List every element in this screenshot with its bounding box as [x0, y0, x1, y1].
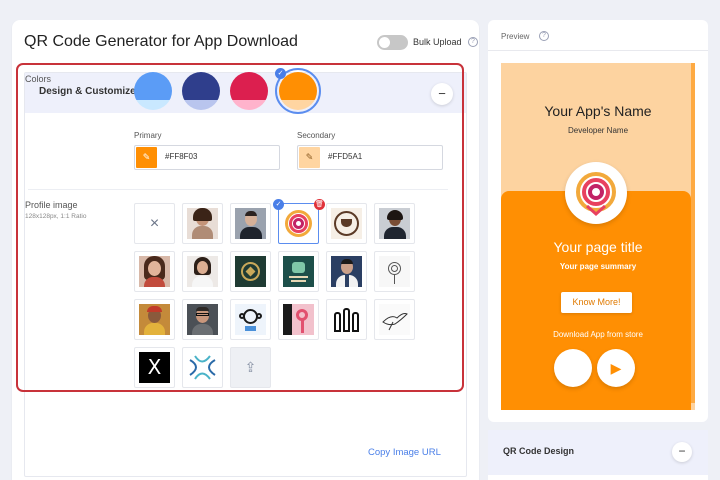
secondary-color-field[interactable]: ✎ #FFD5A1: [297, 145, 443, 170]
thumb-arrows-logo[interactable]: [182, 347, 223, 388]
secondary-color-value[interactable]: #FFD5A1: [328, 152, 362, 161]
preview-page-summary: Your page summary: [559, 262, 637, 271]
section-title: QR Code Design: [503, 446, 575, 456]
check-icon: ✓: [275, 68, 286, 79]
secondary-label: Secondary: [297, 131, 336, 140]
color-swatch-blue[interactable]: [134, 72, 172, 110]
thumb-woman-portrait-4[interactable]: [182, 251, 223, 292]
preview-app-name: Your App's Name: [544, 103, 652, 119]
color-swatch-red[interactable]: [230, 72, 268, 110]
know-more-button[interactable]: Know More!: [561, 292, 632, 313]
thumb-woman-portrait-3[interactable]: [134, 251, 175, 292]
thumb-woman-portrait-1[interactable]: [182, 203, 223, 244]
section-header[interactable]: QR Code Design −: [488, 430, 708, 475]
bulk-upload-toggle[interactable]: [377, 35, 408, 50]
thumb-green-gold-logo[interactable]: [230, 251, 271, 292]
thumb-man-portrait-blue[interactable]: [326, 251, 367, 292]
thumb-man-suit-portrait[interactable]: [230, 203, 271, 244]
delete-icon[interactable]: 🗑: [314, 199, 325, 210]
preview-label: Preview: [501, 32, 530, 41]
primary-label: Primary: [134, 131, 162, 140]
play-store-icon[interactable]: ▶: [597, 349, 635, 387]
thumb-man-glasses-portrait[interactable]: [182, 299, 223, 340]
phone-preview: Your App's Name Developer Name Your page…: [501, 63, 695, 410]
thumb-monkey-logo[interactable]: [230, 299, 271, 340]
header: QR Code Generator for App Download Bulk …: [24, 32, 478, 52]
check-icon: ✓: [273, 199, 284, 210]
profile-image-sublabel: 128x128px, 1:1 Ratio: [25, 213, 87, 220]
divider: [28, 189, 448, 190]
divider: [488, 50, 708, 51]
thumb-flamingo-logo[interactable]: [278, 299, 319, 340]
thumb-none[interactable]: ×: [134, 203, 175, 244]
upload-icon: ⇪: [244, 359, 257, 375]
colors-label: Colors: [25, 74, 52, 84]
thumb-floral-lineart[interactable]: [374, 251, 415, 292]
color-swatch-navy[interactable]: [182, 72, 220, 110]
thumb-woman-portrait-2[interactable]: [374, 203, 415, 244]
app-logo-icon: [576, 172, 616, 217]
thumb-bird-sketch[interactable]: [374, 299, 415, 340]
thumb-teal-service-logo[interactable]: [278, 251, 319, 292]
preview-page-title: Your page title: [553, 239, 643, 255]
app-logo-icon: [285, 210, 312, 237]
arrows-icon: [189, 355, 216, 380]
toggle-knob: [379, 37, 390, 48]
thumb-raised-hands-icon[interactable]: [326, 299, 367, 340]
pencil-icon[interactable]: ✎: [136, 147, 157, 168]
primary-color-value[interactable]: #FF8F03: [165, 152, 197, 161]
primary-color-field[interactable]: ✎ #FF8F03: [134, 145, 280, 170]
thumb-orange-app-logo[interactable]: [278, 203, 319, 244]
profile-image-label: Profile image: [25, 200, 78, 210]
copy-image-url-link[interactable]: Copy Image URL: [368, 447, 441, 458]
preview-logo: [565, 162, 627, 224]
upload-image-button[interactable]: ⇪: [230, 347, 271, 388]
collapse-button[interactable]: −: [672, 442, 692, 462]
pencil-icon[interactable]: ✎: [299, 147, 320, 168]
bulk-upload-label: Bulk Upload: [413, 37, 462, 47]
thumb-man-yellow-portrait[interactable]: [134, 299, 175, 340]
download-app-text: Download App from store: [553, 330, 643, 339]
x-letter-icon: X: [147, 355, 162, 379]
thumb-coffee-logo[interactable]: [326, 203, 367, 244]
color-swatch-orange[interactable]: [275, 68, 321, 114]
apple-store-icon[interactable]: [554, 349, 592, 387]
scrollbar[interactable]: [691, 63, 695, 403]
help-icon[interactable]: ?: [539, 31, 549, 41]
thumb-x-logo[interactable]: X: [134, 347, 175, 388]
qr-code-design-section: QR Code Design −: [488, 430, 708, 480]
bird-icon: [382, 313, 408, 331]
page-title: QR Code Generator for App Download: [24, 33, 298, 50]
editor-panel: Colors ✓ Primary ✎ #FF8F03 Secondary ✎ #…: [16, 63, 464, 392]
help-icon[interactable]: ?: [468, 37, 478, 47]
preview-developer-name: Developer Name: [567, 126, 629, 135]
remove-icon: ×: [149, 215, 160, 232]
